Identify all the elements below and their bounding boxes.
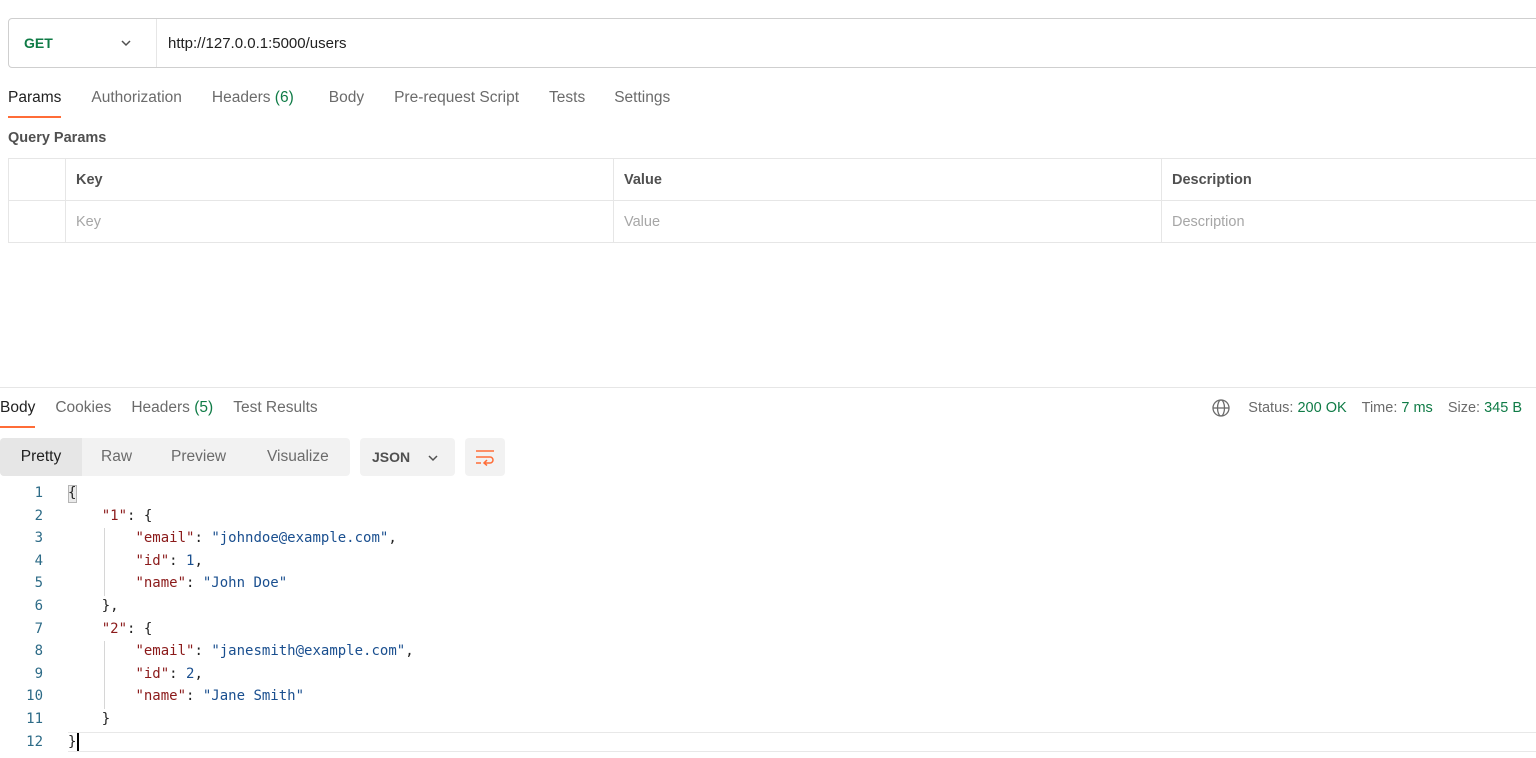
status-text[interactable]: Status: 200 OK	[1248, 400, 1346, 416]
code-text: "name": "Jane Smith"	[135, 688, 305, 705]
method-select[interactable]: GET	[9, 19, 157, 67]
line-number: 7	[34, 620, 43, 637]
tab-pre-request-script[interactable]: Pre-request Script	[394, 86, 519, 118]
line-number: 1	[34, 485, 43, 501]
table-header-row: Key Value Description	[8, 158, 1536, 201]
tab-tests[interactable]: Tests	[549, 86, 585, 118]
column-header-key: Key	[65, 158, 614, 201]
column-header-value: Value	[613, 158, 1162, 201]
row-checkbox-cell	[8, 200, 66, 243]
tab-cookies[interactable]: Cookies	[55, 396, 111, 428]
line-number: 3	[34, 530, 43, 547]
key-input[interactable]: Key	[65, 200, 614, 243]
code-text: "name": "John Doe"	[135, 575, 288, 592]
description-input[interactable]: Description	[1161, 200, 1536, 243]
format-label: JSON	[372, 449, 411, 465]
size-text[interactable]: Size: 345 B	[1448, 400, 1522, 416]
code-line: 12}	[0, 731, 1536, 754]
chevron-down-icon	[428, 455, 438, 462]
time-text[interactable]: Time: 7 ms	[1362, 400, 1433, 416]
line-number: 11	[26, 710, 43, 727]
code-text: {	[68, 485, 77, 501]
request-url-bar: GET http://127.0.0.1:5000/users	[8, 18, 1536, 68]
chevron-down-icon	[121, 40, 131, 47]
code-text: }	[68, 733, 77, 750]
code-line: 3 "email": "johndoe@example.com",	[0, 527, 1536, 550]
view-visualize-button[interactable]: Visualize	[267, 438, 329, 476]
query-params-title: Query Params	[8, 130, 107, 146]
line-number: 12	[26, 733, 43, 750]
code-line: 4 "id": 1,	[0, 550, 1536, 573]
value-input[interactable]: Value	[613, 200, 1162, 243]
code-line: 7 "2": {	[0, 618, 1536, 641]
response-tabs: Body Cookies Headers (5) Test Results	[0, 396, 318, 428]
tab-authorization[interactable]: Authorization	[91, 86, 181, 118]
globe-icon[interactable]	[1211, 398, 1231, 418]
code-text: "id": 1,	[135, 552, 203, 569]
tab-headers[interactable]: Headers (6)	[212, 86, 294, 118]
tab-settings[interactable]: Settings	[614, 86, 670, 118]
tab-response-body[interactable]: Body	[0, 396, 36, 428]
pane-divider[interactable]	[0, 387, 1536, 388]
line-number: 4	[34, 552, 43, 569]
line-number: 10	[26, 688, 43, 705]
code-text: "email": "johndoe@example.com",	[135, 530, 397, 547]
line-number: 8	[34, 643, 43, 660]
method-label: GET	[24, 35, 53, 51]
url-input[interactable]: http://127.0.0.1:5000/users	[157, 35, 346, 52]
code-line: 8 "email": "janesmith@example.com",	[0, 640, 1536, 663]
column-header-description: Description	[1161, 158, 1536, 201]
view-preview-button[interactable]: Preview	[171, 438, 226, 476]
table-row: Key Value Description	[8, 200, 1536, 243]
code-line: 9 "id": 2,	[0, 663, 1536, 686]
code-text: "1": {	[101, 507, 153, 524]
code-text: },	[68, 597, 119, 614]
code-text: }	[68, 710, 111, 727]
code-line: 1{	[0, 482, 1536, 505]
line-number: 5	[34, 575, 43, 592]
view-pretty-button[interactable]: Pretty	[0, 438, 82, 476]
response-meta: Status: 200 OK Time: 7 ms Size: 345 B	[1211, 398, 1522, 418]
wrap-lines-icon	[476, 450, 494, 466]
query-params-table: Key Value Description Key Value Descript…	[8, 158, 1536, 243]
code-text: "id": 2,	[135, 665, 203, 682]
line-number: 2	[34, 507, 43, 524]
code-line: 11 }	[0, 708, 1536, 731]
code-text: "2": {	[101, 620, 153, 637]
code-line: 2 "1": {	[0, 505, 1536, 528]
format-select[interactable]: JSON	[360, 438, 455, 476]
checkbox-column-header	[8, 158, 66, 201]
line-number: 9	[34, 665, 43, 682]
code-line: 5 "name": "John Doe"	[0, 572, 1536, 595]
response-body-code[interactable]: 1{2 "1": {3 "email": "johndoe@example.co…	[0, 482, 1536, 753]
code-line: 6 },	[0, 595, 1536, 618]
text-caret	[77, 733, 79, 751]
tab-response-headers[interactable]: Headers (5)	[131, 396, 213, 428]
tab-params[interactable]: Params	[8, 86, 62, 118]
tab-body[interactable]: Body	[329, 86, 364, 118]
tab-test-results[interactable]: Test Results	[233, 396, 317, 428]
code-text: "email": "janesmith@example.com",	[135, 643, 414, 660]
code-line: 10 "name": "Jane Smith"	[0, 685, 1536, 708]
request-tabs: Params Authorization Headers (6) Body Pr…	[8, 86, 670, 118]
line-number: 6	[34, 597, 43, 614]
wrap-lines-button[interactable]	[465, 438, 505, 476]
view-raw-button[interactable]: Raw	[101, 438, 132, 476]
view-mode-group: Pretty Raw Preview Visualize	[0, 438, 350, 476]
